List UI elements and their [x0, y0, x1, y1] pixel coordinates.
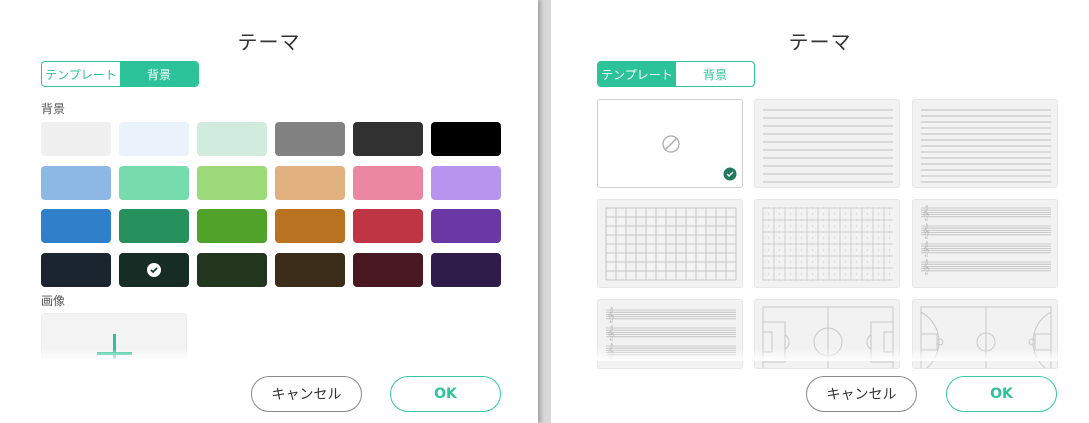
dialog-title: テーマ — [237, 30, 301, 54]
template-none[interactable] — [597, 99, 743, 188]
color-swatch[interactable] — [119, 253, 189, 287]
ok-button[interactable]: OK — [946, 376, 1057, 412]
grid-icon — [605, 207, 737, 281]
template-staff[interactable]: 𝄞 𝄞 𝄞 𝄞 — [912, 199, 1058, 288]
color-swatch[interactable] — [353, 122, 423, 156]
color-swatch[interactable] — [197, 166, 267, 200]
scroll-fade — [0, 349, 538, 361]
color-swatch[interactable] — [353, 166, 423, 200]
selected-check-icon — [723, 167, 737, 181]
music-staff-icon: 𝄞 𝄞 𝄞 𝄞 — [921, 206, 1051, 275]
template-grid[interactable] — [597, 199, 743, 288]
color-swatch[interactable] — [275, 166, 345, 200]
color-swatch[interactable] — [353, 253, 423, 287]
color-swatch[interactable] — [119, 166, 189, 200]
svg-text:𝄞: 𝄞 — [607, 326, 615, 341]
tab-background[interactable]: 背景 — [676, 62, 754, 86]
cancel-button[interactable]: キャンセル — [251, 376, 362, 412]
ruled-lines-icon — [763, 109, 893, 183]
color-swatch[interactable] — [431, 209, 501, 243]
tab-template[interactable]: テンプレート — [42, 62, 120, 86]
color-swatch[interactable] — [275, 209, 345, 243]
tab-background[interactable]: 背景 — [120, 62, 198, 86]
image-section-label: 画像 — [41, 294, 66, 308]
color-swatch[interactable] — [431, 253, 501, 287]
narrow-ruled-lines-icon — [921, 109, 1051, 183]
scroll-fade — [551, 349, 1089, 361]
color-swatch[interactable] — [275, 253, 345, 287]
color-swatch[interactable] — [431, 166, 501, 200]
background-section-label: 背景 — [41, 102, 66, 116]
svg-text:𝄞: 𝄞 — [922, 206, 930, 221]
svg-text:𝄞: 𝄞 — [922, 224, 930, 239]
theme-dialog-background: テーマ テンプレート 背景 背景 画像 キャンセル OK — [0, 0, 538, 423]
theme-dialog-template: テーマ テンプレート 背景 𝄞 𝄞 𝄞 𝄞 𝄞 𝄞 𝄞 — [551, 0, 1089, 423]
template-ruled[interactable] — [754, 99, 900, 188]
template-dot-grid[interactable] — [754, 199, 900, 288]
svg-text:𝄞: 𝄞 — [607, 308, 615, 323]
color-swatch[interactable] — [353, 209, 423, 243]
mode-toggle: テンプレート 背景 — [597, 61, 755, 87]
cancel-button[interactable]: キャンセル — [806, 376, 917, 412]
tab-template[interactable]: テンプレート — [598, 62, 676, 86]
svg-text:𝄞: 𝄞 — [922, 242, 930, 257]
color-swatch[interactable] — [197, 253, 267, 287]
color-swatch[interactable] — [197, 122, 267, 156]
ok-button[interactable]: OK — [390, 376, 501, 412]
selected-check-icon — [147, 263, 161, 277]
color-swatch[interactable] — [275, 122, 345, 156]
color-swatch[interactable] — [197, 209, 267, 243]
svg-text:𝄞: 𝄞 — [922, 260, 930, 275]
color-swatch[interactable] — [431, 122, 501, 156]
color-swatch[interactable] — [119, 209, 189, 243]
color-swatch[interactable] — [41, 209, 111, 243]
color-swatch[interactable] — [41, 122, 111, 156]
color-swatch[interactable] — [41, 253, 111, 287]
dot-grid-icon — [762, 207, 893, 281]
mode-toggle: テンプレート 背景 — [41, 61, 199, 87]
color-swatch[interactable] — [41, 166, 111, 200]
color-swatch[interactable] — [119, 122, 189, 156]
dialog-title: テーマ — [788, 30, 852, 54]
template-ruled-narrow[interactable] — [912, 99, 1058, 188]
